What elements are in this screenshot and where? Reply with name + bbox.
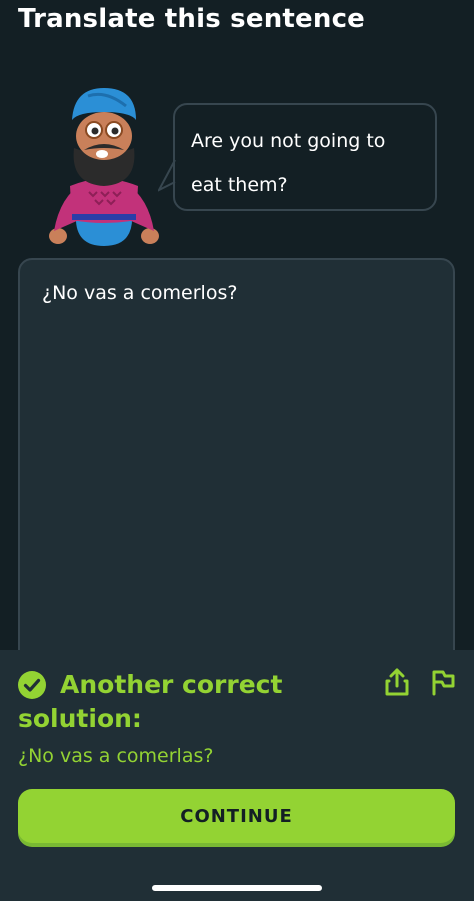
home-indicator[interactable] [152, 885, 322, 891]
flag-icon[interactable] [429, 668, 457, 696]
share-icon[interactable] [383, 667, 411, 697]
prompt-sentence: Are you not going to eat them? [191, 130, 386, 196]
character-illustration [44, 86, 164, 256]
correct-solution-text: ¿No vas a comerlas? [18, 745, 214, 767]
continue-button[interactable]: CONTINUE [18, 789, 455, 843]
feedback-title: Another correct solution: [18, 670, 283, 733]
speech-bubble: Are you not going to eat them? [173, 103, 437, 211]
page-title: Translate this sentence [18, 4, 366, 34]
answer-text: ¿No vas a comerlos? [42, 282, 238, 304]
answer-text-area[interactable]: ¿No vas a comerlos? [18, 258, 455, 678]
